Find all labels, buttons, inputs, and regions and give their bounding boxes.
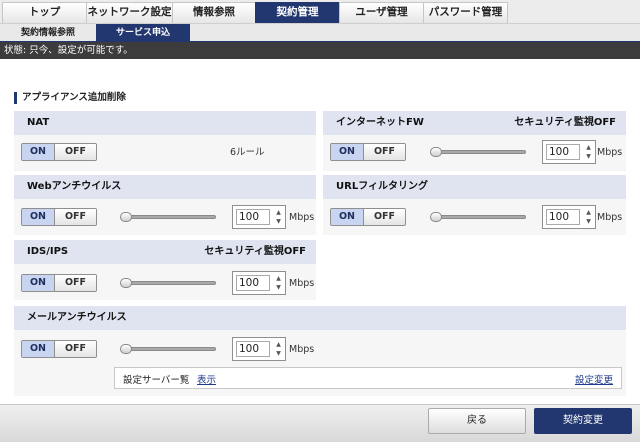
server-list-show-link[interactable]: 表示 [197,372,216,386]
internet-fw-bandwidth-value[interactable]: 100 [546,144,580,160]
spin-up-down-icon[interactable]: ▲ ▼ [584,208,593,226]
url-filtering-bandwidth-value[interactable]: 100 [546,209,580,225]
web-antivirus-toggle[interactable]: ON OFF [21,208,97,226]
nat-on-button[interactable]: ON [22,144,55,160]
slider-thumb[interactable] [120,212,132,222]
internet-fw-unit: Mbps [597,147,623,158]
server-list-label: 設定サーバー覧 [123,375,190,386]
ids-ips-bandwidth-input[interactable]: 100 ▲ ▼ [232,271,286,295]
settings-change-link[interactable]: 設定変更 [575,372,613,386]
internet-fw-bandwidth-input[interactable]: 100 ▲ ▼ [542,140,596,164]
nat-title: NAT [27,117,50,128]
url-filtering-title: URLフィルタリング [336,181,428,192]
url-filtering-unit: Mbps [597,212,623,223]
slider-track [432,150,526,154]
internet-fw-slider[interactable] [430,147,526,157]
sub-navigation: 契約情報参照 サービス申込 [0,24,640,42]
ids-ips-off-button[interactable]: OFF [55,275,96,291]
ids-ips-toggle[interactable]: ON OFF [21,274,97,292]
spin-up-down-icon[interactable]: ▲ ▼ [274,274,283,292]
url-filtering-header: URLフィルタリング [323,175,626,199]
spin-up-down-icon[interactable]: ▲ ▼ [274,340,283,358]
mail-antivirus-title: メールアンチウイルス [27,312,127,323]
internet-fw-on-button[interactable]: ON [331,144,364,160]
tab-network-settings[interactable]: ネットワーク設定 [86,2,173,23]
back-button[interactable]: 戻る [428,408,526,434]
url-filtering-bandwidth-input[interactable]: 100 ▲ ▼ [542,205,596,229]
mail-antivirus-off-button[interactable]: OFF [55,341,96,357]
tab-top[interactable]: トップ [2,2,87,23]
ids-ips-header: IDS/IPS セキュリティ監視OFF [14,240,316,264]
internet-fw-title: インターネットFW [336,117,424,128]
mail-antivirus-header: メールアンチウイルス [14,306,626,330]
subtab-service-application[interactable]: サービス申込 [96,24,190,42]
top-navigation: トップ ネットワーク設定 情報参照 契約管理 ユーザ管理 パスワード管理 [0,0,640,24]
url-filtering-off-button[interactable]: OFF [364,209,405,225]
ids-ips-on-button[interactable]: ON [22,275,55,291]
ids-ips-unit: Mbps [289,278,315,289]
internet-fw-monitoring: セキュリティ監視OFF [514,117,616,128]
mail-antivirus-on-button[interactable]: ON [22,341,55,357]
tab-user-management[interactable]: ユーザ管理 [339,2,424,23]
url-filtering-toggle[interactable]: ON OFF [330,208,406,226]
nat-rule-count: 6ルール [230,147,265,158]
mail-antivirus-bandwidth-value[interactable]: 100 [236,341,270,357]
ids-ips-monitoring: セキュリティ監視OFF [204,246,306,257]
mail-antivirus-bandwidth-input[interactable]: 100 ▲ ▼ [232,337,286,361]
spin-up-down-icon[interactable]: ▲ ▼ [584,143,593,161]
slider-track [122,215,216,219]
mail-antivirus-unit: Mbps [289,344,315,355]
status-bar: 状態: 只今、設定が可能です。 [0,42,640,59]
internet-fw-off-button[interactable]: OFF [364,144,405,160]
url-filtering-slider[interactable] [430,212,526,222]
slider-thumb[interactable] [430,212,442,222]
ids-ips-slider[interactable] [120,278,216,288]
web-antivirus-off-button[interactable]: OFF [55,209,96,225]
web-antivirus-on-button[interactable]: ON [22,209,55,225]
slider-thumb[interactable] [120,344,132,354]
url-filtering-on-button[interactable]: ON [331,209,364,225]
ids-ips-title: IDS/IPS [27,246,69,257]
web-antivirus-header: Webアンチウイルス [14,175,316,199]
web-antivirus-unit: Mbps [289,212,315,223]
server-list-bar: 設定サーバー覧 表示 設定変更 [114,367,622,389]
web-antivirus-slider[interactable] [120,212,216,222]
spin-up-down-icon[interactable]: ▲ ▼ [274,208,283,226]
nat-header: NAT [14,111,316,135]
tab-info-reference[interactable]: 情報参照 [172,2,256,23]
mail-antivirus-toggle[interactable]: ON OFF [21,340,97,358]
slider-thumb[interactable] [430,147,442,157]
internet-fw-header: インターネットFW セキュリティ監視OFF [323,111,626,135]
contract-change-button[interactable]: 契約変更 [534,408,632,434]
slider-track [122,281,216,285]
section-title: アプライアンス追加削除 [14,92,126,104]
slider-track [122,347,216,351]
ids-ips-bandwidth-value[interactable]: 100 [236,275,270,291]
slider-thumb[interactable] [120,278,132,288]
subtab-contract-info[interactable]: 契約情報参照 [6,24,90,42]
internet-fw-toggle[interactable]: ON OFF [330,143,406,161]
web-antivirus-bandwidth-input[interactable]: 100 ▲ ▼ [232,205,286,229]
mail-antivirus-slider[interactable] [120,344,216,354]
nat-off-button[interactable]: OFF [55,144,96,160]
nat-toggle[interactable]: ON OFF [21,143,97,161]
tab-contract-management[interactable]: 契約管理 [255,2,340,23]
web-antivirus-bandwidth-value[interactable]: 100 [236,209,270,225]
slider-track [432,215,526,219]
web-antivirus-title: Webアンチウイルス [27,181,122,192]
tab-password-management[interactable]: パスワード管理 [423,2,508,23]
